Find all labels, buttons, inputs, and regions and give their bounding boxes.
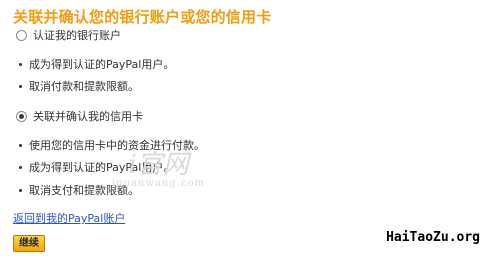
site-watermark: HaiTaoZu.org <box>386 230 480 245</box>
bullet-icon <box>19 165 22 169</box>
bullet-text: 成为得到认证的PayPal用户。 <box>29 58 175 71</box>
list-item: 成为得到认证的PayPal用户。 <box>19 56 174 72</box>
list-item: 取消付款和提款限额。 <box>19 78 139 94</box>
continue-button[interactable]: 继续 <box>13 235 45 252</box>
bullet-icon <box>19 143 22 147</box>
option-bank-account[interactable]: 认证我的银行账户 <box>16 27 121 43</box>
bullet-icon <box>19 188 22 192</box>
bullet-icon <box>19 62 22 66</box>
back-to-account-link[interactable]: 返回到我的PayPal账户 <box>13 210 125 226</box>
radio-bank-account[interactable] <box>16 29 27 41</box>
radio-credit-card[interactable] <box>16 110 27 122</box>
page-title: 关联并确认您的银行账户或您的信用卡 <box>13 8 272 26</box>
watermark-title: i官网 <box>128 150 189 180</box>
watermark-url: iguanwang.com <box>112 178 206 189</box>
option-credit-card[interactable]: 关联并确认我的信用卡 <box>16 108 143 124</box>
watermark-logo: i官网 iguanwang.com <box>112 152 205 189</box>
option-credit-card-label: 关联并确认我的信用卡 <box>33 110 143 123</box>
bullet-icon <box>19 84 22 88</box>
bullet-text: 取消付款和提款限额。 <box>29 80 139 93</box>
option-bank-account-label: 认证我的银行账户 <box>33 29 121 42</box>
